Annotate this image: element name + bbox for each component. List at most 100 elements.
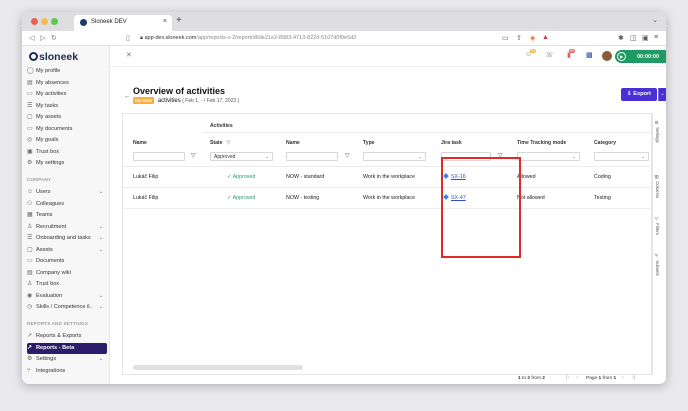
column-header-time-tracking-mode[interactable]: Time Tracking mode (517, 140, 566, 146)
sidebar-item-label: Integrations (36, 367, 66, 374)
side-tab-filters[interactable]: ▽ Filters (655, 217, 660, 235)
activity-name: NOW - testing (286, 195, 320, 201)
sidebar-item-my-profile[interactable]: ◯ My profile (27, 66, 107, 77)
activity-name-filter-input[interactable] (286, 152, 338, 161)
column-label: State (210, 140, 223, 146)
divider (123, 208, 653, 209)
chat-icon[interactable]: ☏ (545, 51, 554, 59)
goal-icon: ◎ (27, 137, 33, 143)
sidebar-item-reports-exports[interactable]: ↗ Reports & Exports (27, 331, 107, 342)
category-cell: Testing (594, 195, 611, 201)
filter-icon[interactable]: ▽ (345, 152, 350, 159)
tab-title: Sloneek DEV (91, 19, 127, 25)
url-field[interactable]: 🔒︎ app-dev.sloneek.com/app/reports-v-2/r… (140, 35, 356, 42)
tab-list-chevron-icon[interactable]: ⌄ (652, 16, 658, 24)
sidebar-item-reports-beta[interactable]: ↗ Reports - Beta (27, 342, 107, 354)
address-bar: ◁ ▷ ↻ ▯ 🔒︎ app-dev.sloneek.com/app/repor… (22, 31, 666, 46)
brave-rewards-icon[interactable]: ▲ (542, 34, 549, 41)
notifications-icon[interactable]: ☺ 20 (525, 49, 537, 58)
column-header-jira-task[interactable]: Jira task (441, 140, 462, 146)
back-nav-icon[interactable]: ◁ (29, 34, 34, 42)
sidebar-item-recruitment[interactable]: ♙ Recruitment ⌄ (27, 222, 107, 233)
export-dropdown-button[interactable]: ⌄ (658, 88, 666, 101)
language-flag-icon[interactable]: ▩ (586, 51, 593, 59)
chart-icon: ↗ (27, 333, 33, 339)
extensions-icon[interactable]: ✱ (618, 34, 624, 42)
sidebar-toggle-icon[interactable]: ◫ (630, 34, 637, 42)
sidebar-item-label: My absences (36, 79, 69, 86)
side-tab-settings[interactable]: ⚙ Settings (655, 121, 660, 143)
column-header-type[interactable]: Type (363, 140, 375, 146)
screenshot-icon[interactable]: ▭ (502, 34, 509, 42)
sidebar-item-skills[interactable]: ◷ Skills / Competence il.. ⌄ (27, 302, 107, 313)
sidebar-item-settings[interactable]: ⚙ Settings ⌄ (27, 354, 107, 365)
column-header-name[interactable]: Name (133, 140, 147, 146)
sidebar-item-evaluation[interactable]: ◉ Evaluation ⌄ (27, 291, 107, 302)
type-filter-select[interactable]: ⌄ (363, 152, 426, 161)
sidebar-item-my-documents[interactable]: ▭ My documents (27, 124, 107, 135)
minimize-window-dot[interactable] (41, 18, 48, 25)
sidebar-item-assets[interactable]: ▢ Assets ⌄ (27, 245, 107, 256)
sloneek-logo[interactable]: sloneek (29, 51, 78, 63)
new-tab-icon[interactable]: + (176, 15, 182, 26)
sidebar-item-label: My activities (36, 91, 67, 97)
avatar[interactable] (602, 51, 612, 61)
sidebar-item-my-absences[interactable]: ▤ My absences (27, 78, 107, 89)
reload-icon[interactable]: ↻ (51, 34, 57, 42)
lock-icon: ▣ (27, 148, 33, 155)
browser-tab[interactable]: Sloneek DEV × (74, 15, 172, 31)
tab-bar: Sloneek DEV × + ⌄ (22, 12, 666, 31)
forward-nav-icon[interactable]: ▷ (40, 34, 45, 42)
notification-badge: 20 (530, 49, 537, 53)
sidebar-item-label: Reports - Beta (36, 344, 75, 351)
filter-icon[interactable]: ▽ (226, 140, 230, 146)
next-page-icon[interactable]: › (622, 375, 624, 381)
sidebar-item-my-activities[interactable]: ▭ My activities (27, 89, 107, 100)
last-page-icon[interactable]: ›| (632, 375, 635, 381)
menu-icon[interactable]: ≡ (654, 34, 658, 41)
mode-filter-select[interactable]: ⌄ (517, 152, 580, 161)
column-header-state[interactable]: State ▽ (210, 140, 230, 146)
sidebar-item-my-settings[interactable]: ⚙ My settings (27, 158, 107, 169)
sidebar-item-company-wiki[interactable]: ▤ Company wiki (27, 268, 107, 279)
name-filter-input[interactable] (133, 152, 185, 161)
sidebar-item-my-goals[interactable]: ◎ My goals (27, 135, 107, 146)
first-page-icon[interactable]: |‹ (566, 375, 569, 381)
close-tab-icon[interactable]: × (163, 18, 167, 25)
column-header-category[interactable]: Category (594, 140, 616, 146)
sidebar-item-users[interactable]: ☺ Users ⌄ (27, 187, 107, 198)
sidebar-item-documents[interactable]: ▭ Documents (27, 256, 107, 267)
bookmark-icon[interactable]: ▯ (126, 34, 130, 42)
sidebar-item-integrations[interactable]: ⑂ Integrations (27, 366, 107, 377)
url-host: app-dev.sloneek.com (144, 35, 197, 41)
filter-icon[interactable]: ▽ (191, 152, 196, 159)
sidebar-item-trust-box-company[interactable]: ♙ Trust box (27, 279, 107, 290)
sidebar-item-trust-box[interactable]: ▣ Trust box (27, 147, 107, 158)
brave-shield-icon[interactable]: ◈ (530, 34, 535, 42)
collapse-sidebar-icon[interactable]: ✕ (126, 51, 132, 59)
category-filter-select[interactable]: ⌄ (594, 152, 649, 161)
sidebar-item-my-assets[interactable]: ▢ My assets (27, 112, 107, 123)
prev-page-icon[interactable]: ‹ (576, 375, 578, 381)
sidebar-item-colleagues[interactable]: ⚇ Colleagues (27, 199, 107, 210)
share-icon[interactable]: ⇪ (516, 34, 522, 42)
sidebar-item-teams[interactable]: ▦ Teams (27, 210, 107, 221)
state-filter-select[interactable]: Approved ⌄ (210, 152, 273, 161)
sidebar-item-my-tasks[interactable]: ☰ My tasks (27, 101, 107, 112)
messages-icon[interactable]: ▮ 99 (567, 49, 575, 59)
side-tab-subsets[interactable]: ✎ Subsets (655, 254, 660, 276)
export-button[interactable]: ⇩ Export (621, 88, 657, 101)
chevron-down-icon: ⌄ (98, 235, 103, 241)
time-tracker-button[interactable]: ▶ 00:00:00 (615, 50, 666, 63)
column-header-activity-name[interactable]: Name (286, 140, 300, 146)
side-tab-label: Columns (655, 181, 660, 199)
back-arrow-icon[interactable]: ← (124, 93, 131, 100)
close-window-dot[interactable] (31, 18, 38, 25)
horizontal-scrollbar[interactable] (133, 365, 303, 370)
side-tab-columns[interactable]: ▥ Columns (655, 175, 660, 198)
wallet-icon[interactable]: ▣ (642, 34, 649, 42)
users-icon: ☺ (27, 189, 34, 195)
sidebar-item-onboarding[interactable]: ☰ Onboarding and tasks ⌄ (27, 233, 107, 244)
maximize-window-dot[interactable] (51, 18, 58, 25)
sidebar-item-label: Company wiki (36, 269, 71, 276)
